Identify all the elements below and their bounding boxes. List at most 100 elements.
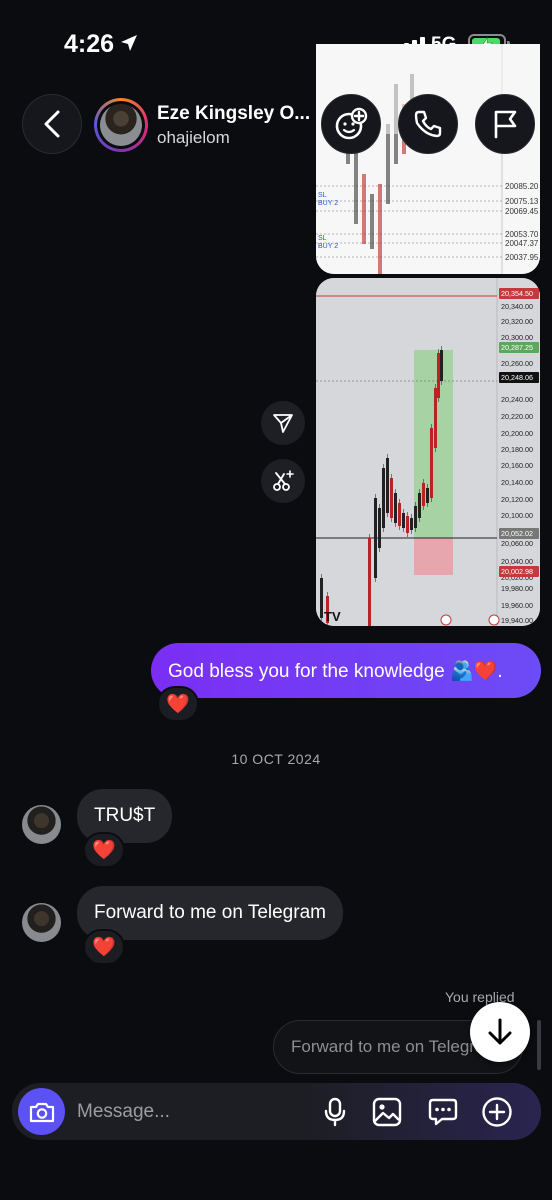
microphone-button[interactable]	[317, 1094, 353, 1130]
candle	[394, 493, 397, 523]
candle	[390, 478, 393, 518]
date-separator: 10 OCT 2024	[231, 751, 321, 767]
location-arrow-icon	[121, 35, 137, 51]
call-button[interactable]	[398, 94, 458, 154]
candle	[374, 498, 377, 578]
message-input[interactable]	[77, 1083, 307, 1140]
price-label: 20085.20	[505, 182, 539, 191]
price-label: 20,180.00	[501, 445, 533, 454]
level-tag: BUY 2	[318, 200, 338, 207]
price-label: 20,220.00	[501, 412, 533, 421]
price-label: 20,160.00	[501, 461, 533, 470]
price-label: 20,002.98	[501, 567, 533, 576]
sticker-chat-button[interactable]	[425, 1094, 461, 1130]
gallery-button[interactable]	[369, 1094, 405, 1130]
sender-avatar[interactable]	[22, 903, 61, 942]
price-label: 19,960.00	[501, 601, 533, 610]
chart-image-2[interactable]: 20,354.50 20,340.00 20,320.00 20,300.00 20,2…	[316, 278, 540, 626]
candle	[437, 353, 440, 398]
scroll-to-bottom-button[interactable]	[470, 1002, 530, 1062]
price-label: 20,052.02	[501, 529, 533, 538]
outgoing-message[interactable]: God bless you for the knowledge 🫂❤️.	[151, 643, 541, 698]
contact-username[interactable]: ohajielom	[157, 128, 230, 148]
price-label: 20053.70	[505, 230, 539, 239]
price-label: 20047.37	[505, 239, 539, 248]
back-button[interactable]	[22, 94, 82, 154]
price-label: 19,940.00	[501, 616, 533, 625]
candle	[440, 350, 443, 381]
price-label: 20,100.00	[501, 511, 533, 520]
candle	[378, 184, 382, 274]
scissors-sparkle-icon	[273, 470, 294, 491]
price-label: 20,060.00	[501, 539, 533, 548]
level-tag: BUY 2	[318, 243, 338, 250]
scrollbar[interactable]	[537, 1020, 541, 1070]
message-text: Forward to me on Telegram	[94, 902, 326, 923]
price-label: 20,260.00	[501, 359, 533, 368]
arrow-down-icon	[488, 1018, 512, 1045]
flag-icon	[494, 110, 517, 139]
phone-icon	[414, 110, 442, 138]
candle	[406, 516, 409, 533]
heart-icon: ❤️	[166, 694, 190, 715]
candle	[410, 518, 413, 530]
sender-avatar[interactable]	[22, 805, 61, 844]
message-text: TRU$T	[94, 805, 156, 826]
reaction-heart[interactable]: ❤️	[83, 929, 125, 965]
camera-icon	[29, 1102, 54, 1122]
send-icon	[273, 414, 293, 433]
price-label: 20069.45	[505, 207, 539, 216]
share-button[interactable]	[261, 401, 305, 445]
candle	[370, 194, 374, 249]
price-label: 20,200.00	[501, 429, 533, 438]
home-area	[0, 1140, 552, 1200]
candle	[414, 506, 417, 528]
report-button[interactable]	[475, 94, 535, 154]
reaction-heart[interactable]: ❤️	[83, 832, 125, 868]
price-label: 20,140.00	[501, 478, 533, 487]
chevron-left-icon	[44, 110, 60, 138]
remix-button[interactable]	[261, 459, 305, 503]
candle	[418, 493, 421, 518]
level-tag: SL	[318, 192, 327, 199]
contact-name[interactable]: Eze Kingsley O...	[157, 103, 317, 125]
candle	[402, 513, 405, 528]
message-composer	[12, 1083, 541, 1140]
candle	[382, 468, 385, 528]
tradingview-logo: TV	[324, 609, 341, 624]
flag-badge	[440, 614, 452, 626]
chat-header: Eze Kingsley O... ohajielom	[0, 88, 552, 160]
flag-badge	[488, 614, 500, 626]
level-tag: SL	[318, 235, 327, 242]
price-label: 19,980.00	[501, 584, 533, 593]
price-label: 20,240.00	[501, 395, 533, 404]
candle	[320, 578, 323, 618]
price-label: 20,287.25	[501, 343, 533, 352]
candle	[368, 538, 371, 626]
price-label: 20037.95	[505, 253, 539, 262]
camera-button[interactable]	[18, 1088, 65, 1135]
candle	[430, 428, 433, 498]
candle	[426, 488, 429, 503]
candle	[386, 458, 389, 513]
heart-icon: ❤️	[92, 937, 116, 958]
candle	[362, 174, 366, 244]
status-time: 4:26	[64, 30, 115, 58]
price-label: 20,248.06	[501, 373, 533, 382]
loss-zone	[414, 538, 453, 575]
sticker-add-icon	[335, 107, 368, 140]
price-label: 20,040.00	[501, 557, 533, 566]
price-label: 20,354.50	[501, 289, 533, 298]
price-label: 20,340.00	[501, 302, 533, 311]
message-text: God bless you for the knowledge 🫂❤️.	[168, 660, 503, 682]
candle	[378, 508, 381, 548]
candle	[422, 483, 425, 506]
candle	[398, 503, 401, 526]
price-label: 20,300.00	[501, 333, 533, 342]
avatar[interactable]	[94, 98, 148, 152]
more-button[interactable]	[479, 1094, 515, 1130]
heart-icon: ❤️	[92, 840, 116, 861]
image-icon	[372, 1097, 402, 1127]
effects-button[interactable]	[321, 94, 381, 154]
reaction-heart[interactable]: ❤️	[157, 686, 199, 722]
